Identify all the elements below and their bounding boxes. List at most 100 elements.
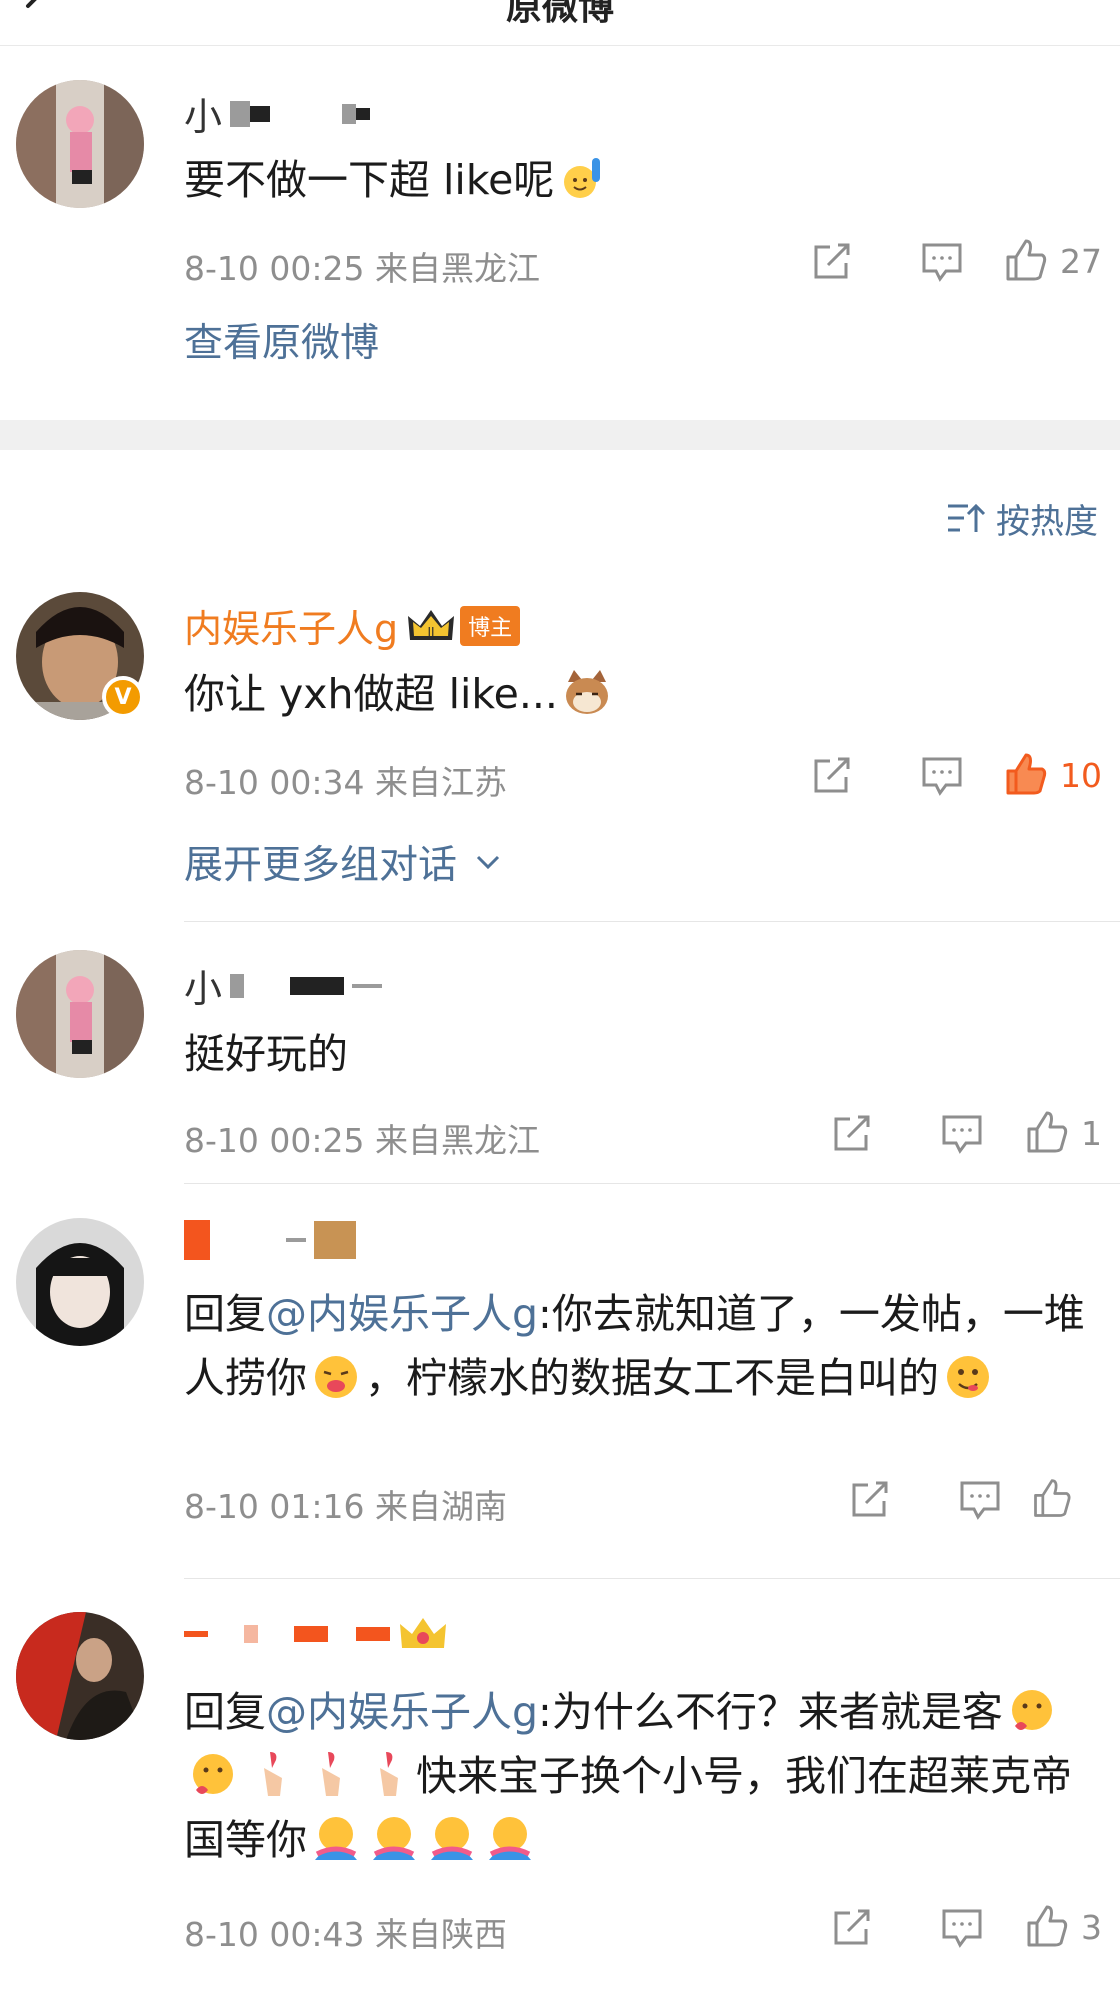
blurred-name: [342, 103, 357, 124]
sort-by-hot-button[interactable]: 按热度: [946, 492, 1098, 544]
hugging-emoji-icon: [315, 1817, 357, 1860]
username[interactable]: [184, 1220, 356, 1260]
comment-actions: 3: [828, 1902, 1102, 1952]
like-button[interactable]: 3: [1012, 1902, 1102, 1952]
share-button[interactable]: [828, 1108, 912, 1158]
tongue-out-emoji-icon: [315, 1356, 357, 1398]
username[interactable]: [184, 1614, 448, 1654]
blurred-name: [356, 1627, 390, 1641]
mention-link[interactable]: @内娱乐子人g: [266, 1290, 538, 1338]
verified-badge-icon: V: [102, 676, 144, 718]
comment-button[interactable]: [892, 750, 992, 800]
comment-item: 回复@内娱乐子人g:你去就知道了，一发帖，一堆人捞你 ，柠檬水的数据女工不是白叫的…: [0, 1194, 1120, 1574]
crown-icon: II: [408, 609, 455, 640]
share-button[interactable]: [808, 236, 892, 286]
share-icon: [834, 1115, 870, 1151]
finger-heart-emoji-icon: [322, 1752, 340, 1796]
thumbs-up-icon: [1027, 1905, 1068, 1947]
blurred-name: [356, 107, 371, 120]
thumbs-up-icon: [1006, 753, 1047, 795]
username[interactable]: 小: [184, 86, 371, 141]
avatar[interactable]: [16, 950, 144, 1078]
comment-item: V 内娱乐子人g II 博主 你让 yxh做超 like... 8-10 00:…: [0, 580, 1120, 920]
comment-text: 回复@内娱乐子人g:你去就知道了，一发帖，一堆人捞你 ，柠檬水的数据女工不是白叫的: [184, 1290, 1085, 1402]
blurred-name: [184, 1631, 208, 1637]
post-text: 要不做一下超 like呢: [184, 148, 1100, 212]
avatar[interactable]: [16, 1218, 144, 1346]
sort-icon: [948, 503, 986, 532]
comment-icon: [942, 1115, 982, 1154]
blurred-name: [286, 1238, 306, 1242]
comment-item: 回复@内娱乐子人g:为什么不行？来者就是客快来宝子换个小号，我们在超莱克帝国等你…: [0, 1590, 1120, 1990]
cat-emoji-icon: [565, 670, 608, 714]
share-icon: [834, 1909, 870, 1945]
like-button[interactable]: 10: [992, 750, 1102, 800]
heart-hug-emoji-icon: [193, 1754, 233, 1794]
comment-icon: [922, 757, 962, 796]
share-button[interactable]: [808, 750, 892, 800]
blurred-name: [290, 976, 345, 995]
comment-item: 小 挺好玩的 8-10 00:25 来自黑龙江 1: [0, 932, 1120, 1182]
expand-conversation-link[interactable]: 展开更多组对话: [184, 834, 503, 890]
thumbs-up-icon: [1027, 1111, 1068, 1153]
hugging-emoji-icon: [431, 1817, 473, 1860]
comment-button[interactable]: [912, 1108, 1012, 1158]
blurred-name: [250, 105, 271, 122]
like-button[interactable]: 27: [992, 236, 1102, 286]
heart-hug-emoji-icon: [1011, 1690, 1052, 1730]
thumbs-up-icon: [1006, 239, 1047, 281]
divider: [184, 1183, 1120, 1184]
username[interactable]: 小: [184, 958, 383, 1013]
comment-actions: 10: [808, 750, 1102, 800]
licking-lips-emoji-icon: [947, 1356, 989, 1398]
comment-button[interactable]: [912, 1902, 1012, 1952]
raising-hand-emoji-icon: [564, 158, 601, 198]
view-original-link[interactable]: 查看原微博: [184, 312, 379, 368]
comment-button[interactable]: [892, 236, 992, 286]
chevron-down-icon: [476, 855, 500, 870]
hugging-emoji-icon: [373, 1817, 415, 1860]
divider: [184, 1578, 1120, 1579]
comment-meta: 8-10 00:25 来自黑龙江: [184, 1121, 540, 1160]
avatar[interactable]: [16, 80, 144, 208]
blurred-name: [230, 973, 245, 998]
share-button[interactable]: [846, 1474, 930, 1524]
avatar[interactable]: [16, 1612, 144, 1740]
blogger-badge: 博主: [460, 605, 521, 646]
original-post: 小 要不做一下超 like呢 8-10 00:25 来自黑龙江 27 查看原微博: [0, 60, 1120, 420]
finger-heart-emoji-icon: [380, 1752, 398, 1796]
comment-actions: [846, 1474, 1102, 1524]
hugging-emoji-icon: [489, 1817, 531, 1860]
like-button[interactable]: 1: [1012, 1108, 1102, 1158]
comment-text: 回复@内娱乐子人g:为什么不行？来者就是客快来宝子换个小号，我们在超莱克帝国等你: [184, 1688, 1072, 1864]
share-icon: [814, 757, 850, 793]
share-icon: [814, 243, 850, 279]
thumbs-up-icon: [1034, 1479, 1071, 1517]
share-icon: [852, 1481, 888, 1517]
page-title: 原微博: [505, 0, 614, 28]
comment-text: 你让 yxh做超 like...: [184, 662, 1100, 726]
comment-meta: 8-10 00:34 来自江苏: [184, 763, 507, 802]
comment-actions: 1: [828, 1108, 1102, 1158]
mention-link[interactable]: @内娱乐子人g: [266, 1688, 538, 1736]
username[interactable]: 内娱乐子人g II 博主: [184, 598, 521, 653]
comment-text: 挺好玩的: [184, 1030, 348, 1078]
crown-icon: [400, 1618, 446, 1648]
finger-heart-emoji-icon: [264, 1752, 282, 1796]
comment-button[interactable]: [930, 1474, 1030, 1524]
blurred-badge: [314, 1221, 356, 1259]
comment-icon: [960, 1481, 1000, 1520]
blurred-name: [294, 1626, 328, 1642]
blurred-name: [184, 1220, 210, 1260]
blurred-name: [230, 100, 251, 127]
like-button[interactable]: [1030, 1474, 1102, 1524]
comment-meta: 8-10 01:16 来自湖南: [184, 1487, 507, 1526]
blurred-name: [352, 983, 383, 988]
post-actions: 27: [808, 236, 1102, 286]
blurred-name: [244, 1625, 258, 1643]
svg-text:II: II: [428, 625, 435, 639]
section-divider: [0, 420, 1120, 450]
share-button[interactable]: [828, 1902, 912, 1952]
comment-meta: 8-10 00:43 来自陕西: [184, 1915, 507, 1954]
post-meta: 8-10 00:25 来自黑龙江: [184, 249, 540, 288]
